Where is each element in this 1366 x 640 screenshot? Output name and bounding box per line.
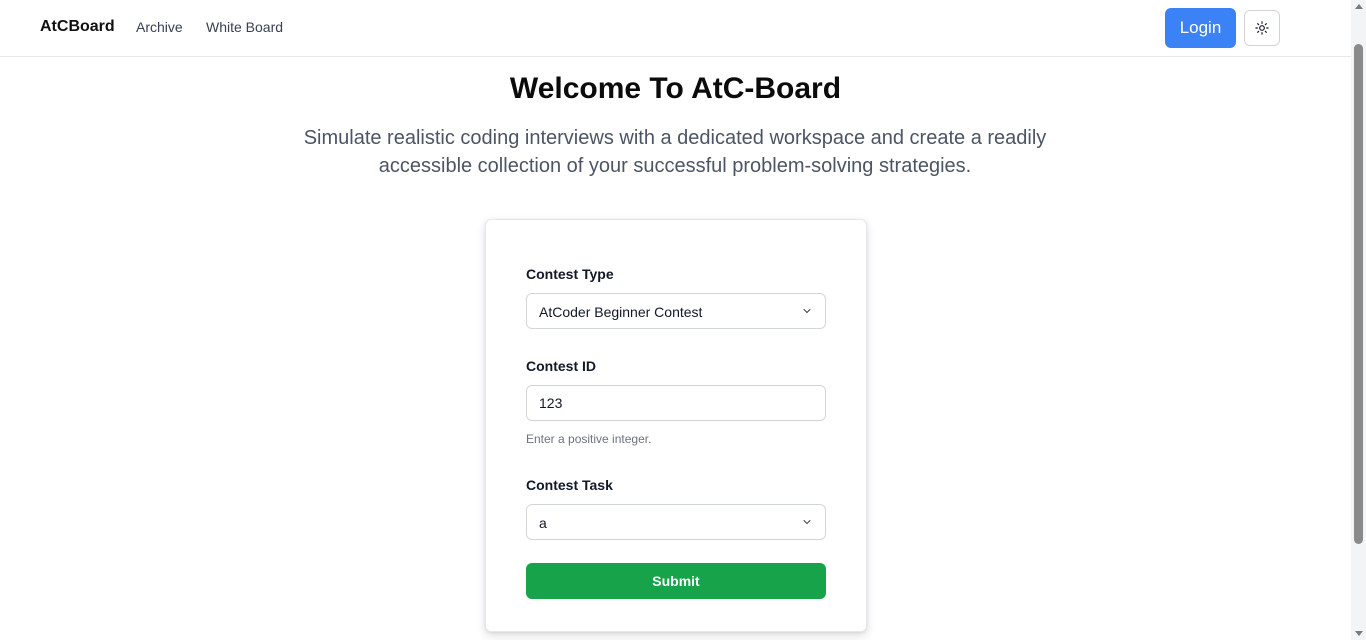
contest-task-label: Contest Task <box>526 477 613 493</box>
nav-link-white-board[interactable]: White Board <box>206 19 283 35</box>
page-subtitle: Simulate realistic coding interviews wit… <box>303 127 1047 177</box>
chevron-down-icon <box>803 520 811 524</box>
nav-link-archive[interactable]: Archive <box>136 19 183 35</box>
navbar: AtCBoard Archive White Board Login <box>0 0 1351 57</box>
chevron-down-icon <box>803 309 811 313</box>
contest-id-label: Contest ID <box>526 358 596 374</box>
contest-task-value: a <box>539 515 547 531</box>
submit-button[interactable]: Submit <box>526 563 826 599</box>
contest-task-select[interactable]: a <box>526 504 826 540</box>
contest-type-label: Contest Type <box>526 266 614 282</box>
sun-icon <box>1255 21 1269 35</box>
login-button[interactable]: Login <box>1165 8 1236 48</box>
contest-form-card: Contest Type AtCoder Beginner Contest Co… <box>485 219 867 632</box>
brand-logo[interactable]: AtCBoard <box>40 18 115 36</box>
scrollbar-thumb[interactable] <box>1354 44 1363 544</box>
contest-id-helper: Enter a positive integer. <box>526 432 652 446</box>
scroll-up-arrow-icon[interactable] <box>1355 4 1363 9</box>
scroll-down-arrow-icon[interactable] <box>1355 631 1363 636</box>
contest-type-select[interactable]: AtCoder Beginner Contest <box>526 293 826 329</box>
vertical-scrollbar[interactable] <box>1351 0 1366 640</box>
contest-id-input[interactable] <box>526 385 826 421</box>
contest-type-value: AtCoder Beginner Contest <box>539 304 703 320</box>
theme-toggle-button[interactable] <box>1244 10 1280 46</box>
page-title: Welcome To AtC-Board <box>509 72 842 105</box>
